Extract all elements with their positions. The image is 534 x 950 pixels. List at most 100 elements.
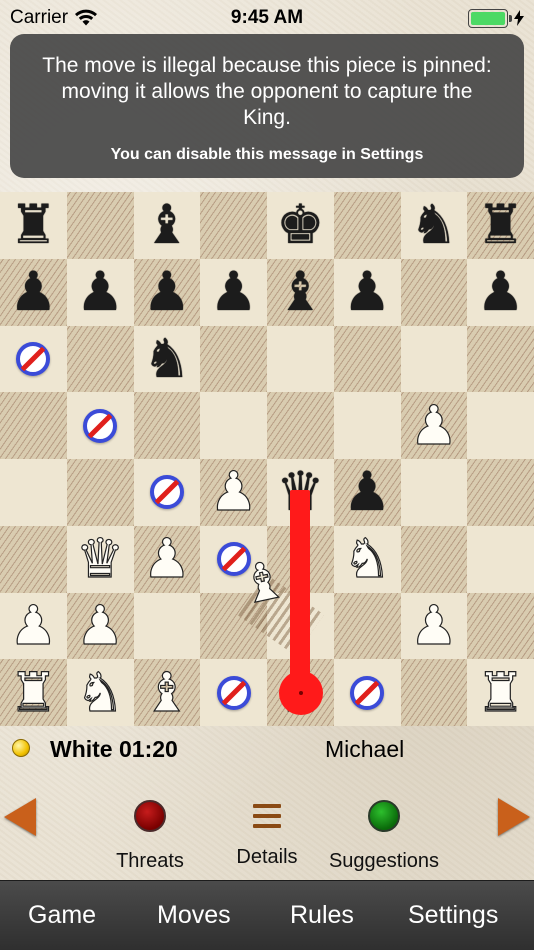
board-square[interactable]: [66, 325, 134, 393]
white-pawn-icon[interactable]: ♟: [209, 464, 259, 519]
black-pawn-icon[interactable]: ♟: [343, 265, 391, 319]
black-knight-icon[interactable]: ♞: [410, 198, 458, 252]
board-square[interactable]: [0, 392, 67, 459]
board-square[interactable]: [0, 459, 67, 526]
black-pawn-icon[interactable]: ♟: [9, 265, 57, 319]
black-pawn-icon[interactable]: ♟: [476, 265, 524, 319]
board-square[interactable]: [200, 659, 267, 726]
board-square[interactable]: ♟: [400, 592, 468, 660]
white-pawn-icon[interactable]: ♟: [142, 531, 192, 586]
white-bishop-icon[interactable]: ♝: [142, 665, 192, 720]
tab-game[interactable]: Game: [28, 901, 96, 930]
player-row: White 01:20 Michael: [0, 730, 534, 766]
board-square[interactable]: ♟: [0, 258, 67, 326]
board-square[interactable]: [0, 525, 67, 593]
board-square[interactable]: [133, 459, 201, 526]
board-square[interactable]: [400, 258, 468, 326]
board-square[interactable]: [267, 325, 334, 393]
turn-indicator-icon: [12, 739, 30, 757]
previous-move-icon[interactable]: [4, 798, 36, 836]
board-square[interactable]: [333, 192, 401, 259]
board-square[interactable]: [400, 525, 468, 593]
board-square[interactable]: [267, 392, 334, 459]
board-square[interactable]: [400, 459, 468, 526]
board-square[interactable]: ♟: [0, 592, 67, 660]
white-knight-icon[interactable]: ♞: [75, 665, 125, 720]
black-rook-icon[interactable]: ♜: [476, 198, 524, 252]
board-square[interactable]: ♟: [333, 258, 401, 326]
white-pawn-icon[interactable]: ♟: [75, 598, 125, 653]
toast-settings-hint: You can disable this message in Settings: [110, 146, 424, 163]
details-button[interactable]: Details: [227, 790, 307, 869]
black-pawn-icon[interactable]: ♟: [209, 265, 257, 319]
board-square[interactable]: ♝: [133, 192, 201, 259]
board-square[interactable]: ♛: [66, 525, 134, 593]
board-square[interactable]: ♟: [66, 592, 134, 660]
board-square[interactable]: [200, 325, 267, 393]
illegal-move-toast[interactable]: The move is illegal because this piece i…: [10, 34, 524, 178]
board-square[interactable]: [333, 325, 401, 393]
board-square[interactable]: [400, 659, 468, 726]
board-square[interactable]: ♜: [467, 192, 534, 259]
board-square[interactable]: ♟: [200, 459, 267, 526]
board-square[interactable]: ♟: [133, 525, 201, 593]
board-square[interactable]: [333, 592, 401, 660]
black-bishop-icon[interactable]: ♝: [143, 198, 191, 252]
black-pawn-icon[interactable]: ♟: [143, 265, 191, 319]
board-square[interactable]: [333, 392, 401, 459]
board-square[interactable]: ♞: [333, 525, 401, 593]
board-square[interactable]: ♞: [133, 325, 201, 393]
black-pawn-icon[interactable]: ♟: [343, 465, 391, 519]
board-square[interactable]: [133, 592, 201, 660]
status-left: Carrier: [10, 7, 98, 29]
board-square[interactable]: [400, 325, 468, 393]
black-pawn-icon[interactable]: ♟: [76, 265, 124, 319]
board-square[interactable]: [467, 459, 534, 526]
board-square[interactable]: ♟: [133, 258, 201, 326]
black-rook-icon[interactable]: ♜: [9, 198, 57, 252]
board-square[interactable]: [66, 392, 134, 459]
white-queen-icon[interactable]: ♛: [75, 531, 125, 586]
board-square[interactable]: ♜: [467, 659, 534, 726]
board-square[interactable]: [467, 592, 534, 660]
black-bishop-icon[interactable]: ♝: [276, 265, 324, 319]
white-pawn-icon[interactable]: ♟: [409, 398, 459, 453]
board-square[interactable]: ♟: [333, 459, 401, 526]
tab-rules[interactable]: Rules: [290, 901, 354, 930]
board-square[interactable]: [333, 659, 401, 726]
board-square[interactable]: [467, 392, 534, 459]
board-square[interactable]: [467, 325, 534, 393]
black-king-icon[interactable]: ♚: [276, 198, 324, 252]
board-square[interactable]: [200, 192, 267, 259]
board-square[interactable]: [0, 325, 67, 393]
board-square[interactable]: ♞: [66, 659, 134, 726]
board-square[interactable]: [200, 392, 267, 459]
white-knight-icon[interactable]: ♞: [342, 531, 392, 586]
board-square[interactable]: ♚: [267, 192, 334, 259]
details-label: Details: [236, 846, 298, 868]
board-square[interactable]: ♟: [400, 392, 468, 459]
board-square[interactable]: [66, 192, 134, 259]
board-square[interactable]: ♟: [200, 258, 267, 326]
board-square[interactable]: ♝: [267, 258, 334, 326]
chess-board[interactable]: ♜♝♚♞♜♟♟♟♟♝♟♟♞♟♟♛♟♛♟♞♟♟♟♜♞♝♚♜: [0, 192, 534, 726]
tab-moves[interactable]: Moves: [157, 901, 231, 930]
white-rook-icon[interactable]: ♜: [9, 665, 59, 720]
board-square[interactable]: ♜: [0, 192, 67, 259]
white-pawn-icon[interactable]: ♟: [409, 598, 459, 653]
board-square[interactable]: [66, 459, 134, 526]
white-rook-icon[interactable]: ♜: [476, 665, 526, 720]
board-square[interactable]: ♜: [0, 659, 67, 726]
white-pawn-icon[interactable]: ♟: [9, 598, 59, 653]
black-knight-icon[interactable]: ♞: [143, 331, 191, 386]
suggestions-button[interactable]: Suggestions: [320, 790, 448, 873]
board-square[interactable]: ♞: [400, 192, 468, 259]
tab-settings[interactable]: Settings: [408, 901, 498, 930]
board-square[interactable]: [133, 392, 201, 459]
board-square[interactable]: ♟: [467, 258, 534, 326]
board-square[interactable]: ♝: [133, 659, 201, 726]
threats-button[interactable]: Threats: [110, 790, 190, 873]
board-square[interactable]: ♟: [66, 258, 134, 326]
board-square[interactable]: [467, 525, 534, 593]
next-move-icon[interactable]: [498, 798, 530, 836]
